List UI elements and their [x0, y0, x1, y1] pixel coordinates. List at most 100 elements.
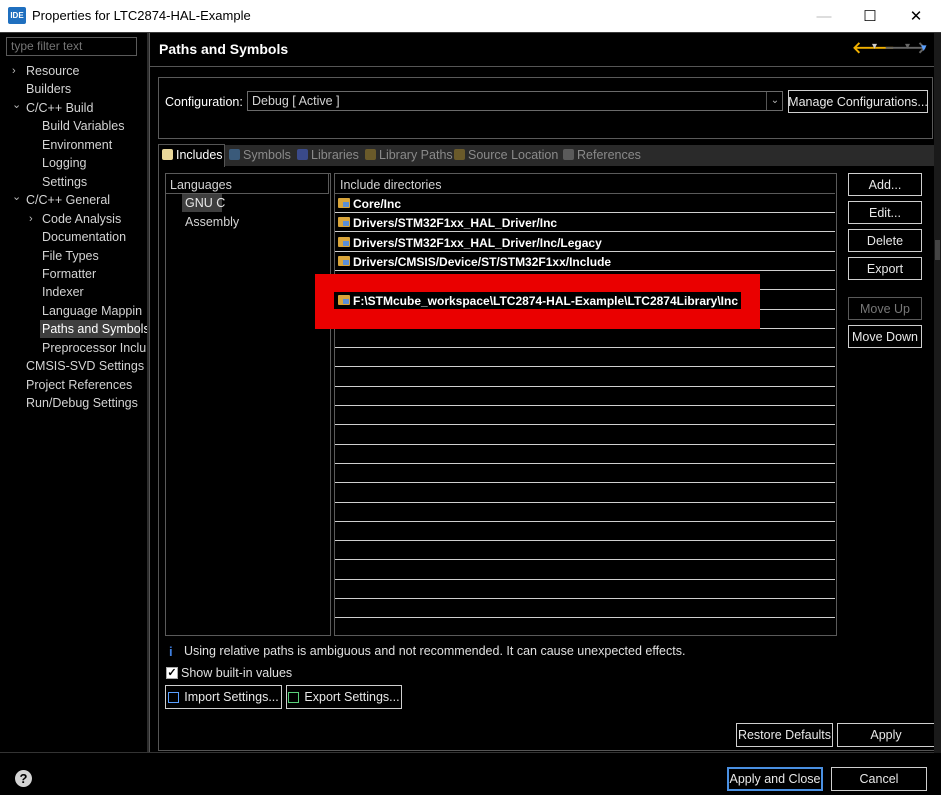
- table-row[interactable]: [335, 426, 835, 445]
- tree-item-project-references[interactable]: Project References: [26, 377, 132, 393]
- apply-and-close-button[interactable]: Apply and Close: [727, 767, 823, 791]
- tab-library-paths[interactable]: Library Paths: [365, 148, 453, 162]
- show-builtin-checkbox[interactable]: ✓: [166, 667, 178, 679]
- back-dropdown-icon[interactable]: ▾: [872, 41, 877, 52]
- move-up-button[interactable]: Move Up: [848, 297, 922, 320]
- tree-item-cmsis-svd-settings[interactable]: CMSIS-SVD Settings: [26, 358, 144, 374]
- forward-dropdown-icon[interactable]: ▾: [905, 41, 910, 52]
- tree-item-paths-and-symbols[interactable]: Paths and Symbols: [42, 321, 150, 337]
- table-row[interactable]: [335, 445, 835, 464]
- chevron-right-icon[interactable]: ›: [29, 211, 33, 227]
- tree-item-preprocessor-inclu[interactable]: Preprocessor Inclu: [42, 340, 146, 356]
- table-row[interactable]: [335, 329, 835, 348]
- tab-label: Source Location: [468, 148, 559, 162]
- right-scrollbar[interactable]: [934, 33, 941, 753]
- tree-item-file-types[interactable]: File Types: [42, 248, 99, 264]
- table-row[interactable]: [335, 541, 835, 560]
- table-row[interactable]: [335, 503, 835, 522]
- tab-source-location[interactable]: Source Location: [454, 148, 558, 162]
- manage-configurations-button[interactable]: Manage Configurations...: [788, 90, 928, 113]
- languages-list[interactable]: [165, 173, 331, 636]
- apply-button[interactable]: Apply: [837, 723, 935, 747]
- export-settings-label: Export Settings...: [304, 690, 400, 704]
- include-item-ltc2874library[interactable]: F:\STMcube_workspace\LTC2874-HAL-Example…: [353, 294, 738, 308]
- folder-icon: [338, 198, 350, 208]
- tree-item-language-mappin[interactable]: Language Mappin: [42, 303, 142, 319]
- header-divider: [150, 66, 941, 67]
- chevron-down-icon[interactable]: ⌄: [766, 92, 783, 110]
- tree-item-settings[interactable]: Settings: [42, 174, 87, 190]
- tab-label: Library Paths: [379, 148, 453, 162]
- edit-button[interactable]: Edit...: [848, 201, 922, 224]
- chevron-down-icon[interactable]: ⌄: [12, 189, 21, 205]
- scrollbar-thumb[interactable]: [935, 240, 940, 260]
- table-row[interactable]: [335, 348, 835, 367]
- tree-item-logging[interactable]: Logging: [42, 155, 87, 171]
- tree-item-c-c-general[interactable]: C/C++ General: [26, 192, 110, 208]
- tab-symbols[interactable]: Symbols: [229, 148, 291, 162]
- tree-item-builders[interactable]: Builders: [26, 81, 71, 97]
- info-icon: i: [169, 644, 173, 659]
- language-item-gnu-c[interactable]: GNU C: [185, 196, 225, 210]
- include-item[interactable]: Drivers/STM32F1xx_HAL_Driver/Inc/Legacy: [353, 236, 602, 250]
- panel-divider[interactable]: [147, 33, 150, 753]
- tab-label: Libraries: [311, 148, 359, 162]
- symbols-icon: [229, 149, 240, 160]
- tree-item-code-analysis[interactable]: Code Analysis: [42, 211, 121, 227]
- table-row[interactable]: [335, 561, 835, 580]
- table-row[interactable]: [335, 599, 835, 618]
- languages-header-label: Languages: [170, 178, 232, 192]
- tree-item-documentation[interactable]: Documentation: [42, 229, 126, 245]
- table-row[interactable]: [335, 194, 835, 213]
- page-title: Paths and Symbols: [159, 41, 289, 57]
- delete-button[interactable]: Delete: [848, 229, 922, 252]
- include-item[interactable]: Drivers/STM32F1xx_HAL_Driver/Inc: [353, 216, 557, 230]
- filter-input[interactable]: [6, 37, 137, 56]
- close-button[interactable]: ✕: [893, 0, 939, 32]
- table-row[interactable]: [335, 368, 835, 387]
- tree-item-run-debug-settings[interactable]: Run/Debug Settings: [26, 395, 138, 411]
- help-icon[interactable]: ?: [15, 770, 32, 787]
- tree-item-formatter[interactable]: Formatter: [42, 266, 96, 282]
- add-button[interactable]: Add...: [848, 173, 922, 196]
- tree-item-resource[interactable]: Resource: [26, 63, 80, 79]
- table-row[interactable]: [335, 387, 835, 406]
- export-button[interactable]: Export: [848, 257, 922, 280]
- title-divider: [0, 32, 941, 33]
- configuration-select[interactable]: Debug [ Active ]: [247, 91, 783, 111]
- maximize-button[interactable]: ☐: [847, 0, 893, 32]
- ide-app-icon: IDE: [8, 7, 26, 24]
- cancel-button[interactable]: Cancel: [831, 767, 927, 791]
- libraries-icon: [297, 149, 308, 160]
- tab-includes[interactable]: Includes: [162, 148, 223, 162]
- table-row[interactable]: [335, 484, 835, 503]
- tab-references[interactable]: References: [563, 148, 641, 162]
- window-title: Properties for LTC2874-HAL-Example: [32, 8, 251, 23]
- table-row[interactable]: [335, 580, 835, 599]
- table-row[interactable]: [335, 406, 835, 425]
- import-settings-button[interactable]: Import Settings...: [165, 685, 282, 709]
- table-row[interactable]: [335, 464, 835, 483]
- move-down-button[interactable]: Move Down: [848, 325, 922, 348]
- tab-label: References: [577, 148, 641, 162]
- folder-icon: [338, 295, 350, 305]
- column-separator[interactable]: [328, 174, 329, 194]
- include-item[interactable]: Core/Inc: [353, 197, 401, 211]
- minimize-button[interactable]: —: [801, 0, 847, 32]
- table-row[interactable]: [335, 522, 835, 541]
- language-item-assembly[interactable]: Assembly: [185, 215, 239, 229]
- tree-item-c-c-build[interactable]: C/C++ Build: [26, 100, 93, 116]
- view-menu-icon[interactable]: ▾: [921, 41, 927, 54]
- tree-item-environment[interactable]: Environment: [42, 137, 112, 153]
- tree-item-build-variables[interactable]: Build Variables: [42, 118, 124, 134]
- restore-defaults-button[interactable]: Restore Defaults: [736, 723, 833, 747]
- tree-item-indexer[interactable]: Indexer: [42, 284, 84, 300]
- show-builtin-label[interactable]: Show built-in values: [181, 666, 292, 680]
- tab-libraries[interactable]: Libraries: [297, 148, 359, 162]
- include-directories-header-label: Include directories: [340, 178, 442, 192]
- chevron-right-icon[interactable]: ›: [12, 63, 16, 79]
- folder-icon: [338, 256, 350, 266]
- include-item[interactable]: Drivers/CMSIS/Device/ST/STM32F1xx/Includ…: [353, 255, 611, 269]
- export-settings-button[interactable]: Export Settings...: [286, 685, 402, 709]
- chevron-down-icon[interactable]: ⌄: [12, 97, 21, 113]
